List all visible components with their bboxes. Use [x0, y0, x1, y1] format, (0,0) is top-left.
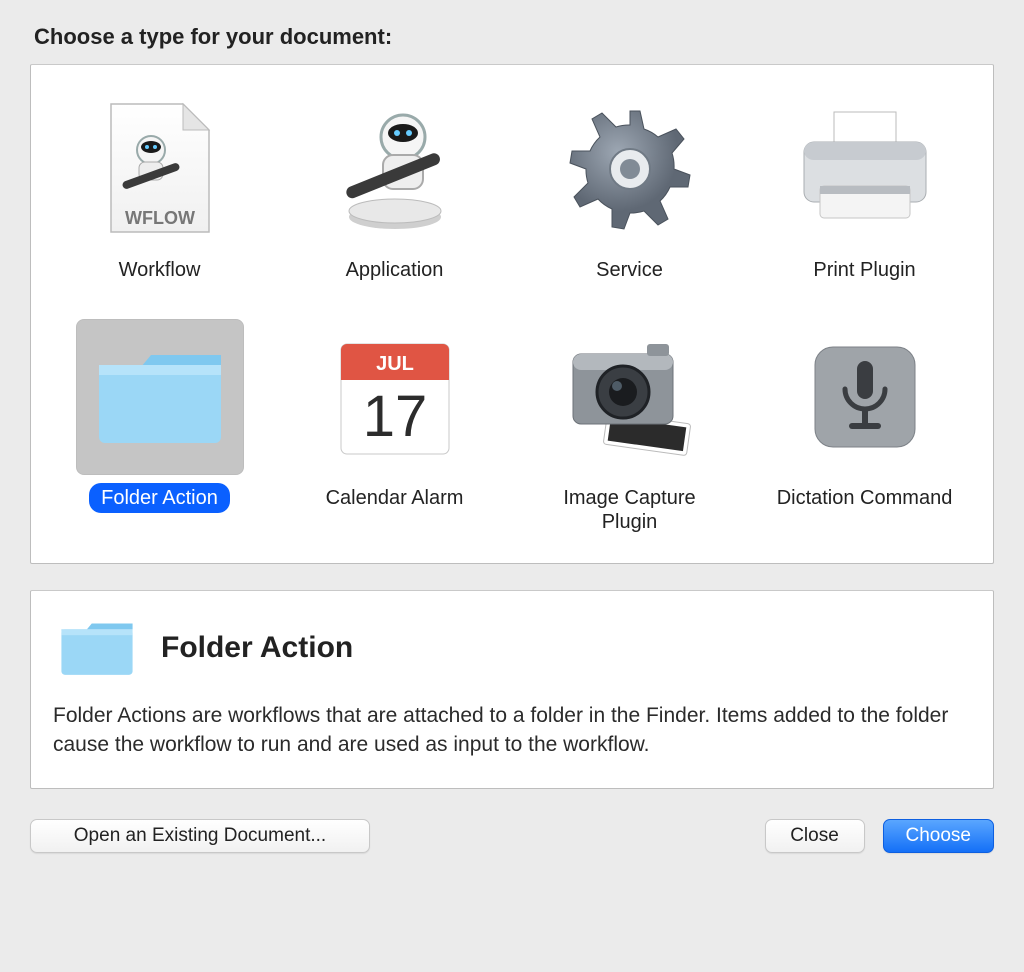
- svg-text:17: 17: [362, 384, 427, 449]
- dialog-heading: Choose a type for your document:: [34, 24, 990, 50]
- type-label: Print Plugin: [801, 255, 927, 285]
- types-grid: WFLOW Workflow Application: [30, 64, 994, 564]
- type-label: Calendar Alarm: [314, 483, 476, 513]
- printer-icon: [781, 91, 949, 247]
- button-row: Open an Existing Document... Close Choos…: [30, 819, 994, 853]
- type-label: Image Capture Plugin: [523, 483, 736, 537]
- type-label: Application: [334, 255, 456, 285]
- type-application[interactable]: Application: [288, 91, 501, 285]
- description-body: Folder Actions are workflows that are at…: [53, 701, 971, 760]
- type-workflow[interactable]: WFLOW Workflow: [53, 91, 266, 285]
- type-print-plugin[interactable]: Print Plugin: [758, 91, 971, 285]
- microphone-icon: [781, 319, 949, 475]
- type-label: Folder Action: [89, 483, 230, 513]
- description-panel: Folder Action Folder Actions are workflo…: [30, 590, 994, 789]
- type-image-capture[interactable]: Image Capture Plugin: [523, 319, 736, 537]
- description-title: Folder Action: [161, 631, 353, 665]
- svg-text:JUL: JUL: [376, 353, 414, 375]
- gear-icon: [546, 91, 714, 247]
- calendar-icon: JUL 17: [311, 319, 479, 475]
- type-label: Service: [584, 255, 675, 285]
- type-label: Dictation Command: [765, 483, 965, 513]
- svg-text:WFLOW: WFLOW: [125, 208, 195, 228]
- workflow-icon: WFLOW: [76, 91, 244, 247]
- type-service[interactable]: Service: [523, 91, 736, 285]
- template-chooser-dialog: Choose a type for your document:: [0, 0, 1024, 875]
- type-dictation[interactable]: Dictation Command: [758, 319, 971, 537]
- close-button[interactable]: Close: [765, 819, 865, 853]
- type-label: Workflow: [107, 255, 213, 285]
- open-existing-button[interactable]: Open an Existing Document...: [30, 819, 370, 853]
- application-icon: [311, 91, 479, 247]
- folder-icon: [76, 319, 244, 475]
- camera-icon: [546, 319, 714, 475]
- folder-icon: [53, 613, 141, 683]
- choose-button[interactable]: Choose: [883, 819, 995, 853]
- type-folder-action[interactable]: Folder Action: [53, 319, 266, 537]
- type-calendar-alarm[interactable]: JUL 17 Calendar Alarm: [288, 319, 501, 537]
